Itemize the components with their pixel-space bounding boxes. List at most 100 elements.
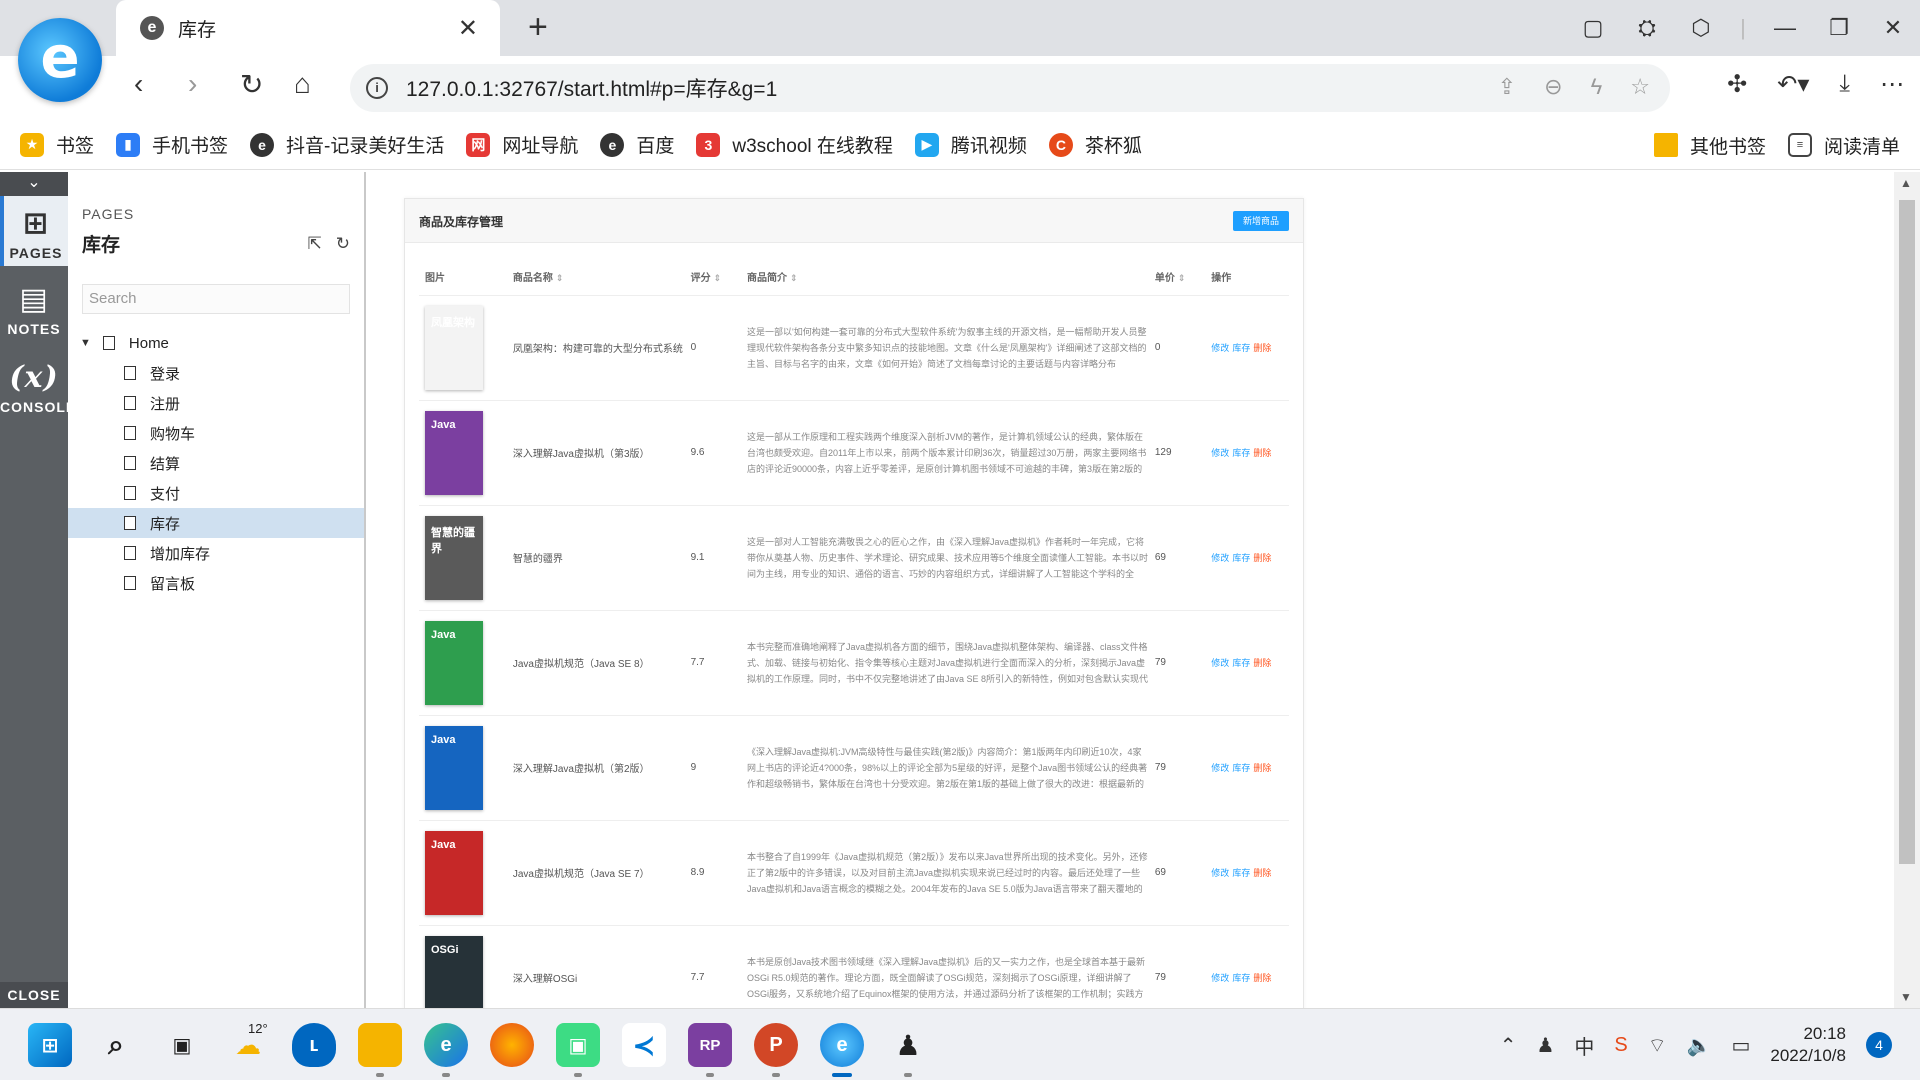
share-icon[interactable]: ⇪	[1498, 74, 1516, 100]
edit-link[interactable]: 修改	[1211, 553, 1229, 563]
delete-link[interactable]: 删除	[1253, 868, 1271, 878]
browser-tab[interactable]: e 库存 ✕	[116, 0, 500, 56]
edit-link[interactable]: 修改	[1211, 868, 1229, 878]
url-text[interactable]: 127.0.0.1:32767/start.html#p=库存&g=1	[406, 73, 777, 103]
collapse-rail-icon[interactable]: ⌄	[0, 172, 68, 196]
download-icon[interactable]: ⤓	[1839, 70, 1850, 99]
bookmark-item[interactable]: e 抖音-记录美好生活	[250, 131, 444, 158]
maximize-button[interactable]: ❐	[1812, 15, 1866, 41]
scroll-down-icon[interactable]: ▼	[1900, 990, 1912, 1004]
edit-link[interactable]: 修改	[1211, 343, 1229, 353]
back-button[interactable]: ‹	[134, 68, 143, 100]
forward-button[interactable]: ›	[188, 68, 197, 100]
rail-console[interactable]: (x) CONSOLE	[0, 360, 75, 420]
col-desc[interactable]: 商品简介 ⇕	[741, 259, 1149, 296]
address-bar[interactable]: i 127.0.0.1:32767/start.html#p=库存&g=1 ⇪ …	[350, 64, 1670, 112]
pages-search-input[interactable]: Search	[82, 284, 350, 314]
edit-link[interactable]: 修改	[1211, 973, 1229, 983]
reading-list[interactable]: ≡ 阅读清单	[1787, 132, 1900, 159]
bookmark-item[interactable]: C 茶杯狐	[1048, 131, 1142, 158]
defender-icon[interactable]: ʟ	[292, 1023, 336, 1067]
volume-icon[interactable]: 🔈	[1687, 1033, 1712, 1058]
stock-link[interactable]: 库存	[1232, 658, 1250, 668]
extensions-icon[interactable]: ✣	[1727, 70, 1747, 99]
edit-link[interactable]: 修改	[1211, 763, 1229, 773]
tree-item-add-stock[interactable]: 增加库存	[68, 538, 364, 568]
favorite-star-icon[interactable]: ☆	[1630, 74, 1650, 100]
edit-link[interactable]: 修改	[1211, 448, 1229, 458]
tree-item-login[interactable]: 登录	[68, 358, 364, 388]
stock-link[interactable]: 库存	[1232, 343, 1250, 353]
input-method-icon[interactable]: S	[1614, 1034, 1627, 1057]
delete-link[interactable]: 删除	[1253, 973, 1271, 983]
site-info-icon[interactable]: i	[366, 77, 388, 99]
file-explorer-icon[interactable]	[358, 1023, 402, 1077]
battery-icon[interactable]: ▭	[1731, 1033, 1750, 1058]
show-hidden-icons[interactable]: ⌃	[1500, 1033, 1517, 1058]
tree-home[interactable]: ▼ Home	[68, 328, 364, 358]
stock-link[interactable]: 库存	[1232, 973, 1250, 983]
delete-link[interactable]: 删除	[1253, 763, 1271, 773]
tree-item-cart[interactable]: 购物车	[68, 418, 364, 448]
firefox-icon[interactable]	[490, 1023, 534, 1067]
android-studio-icon[interactable]: ▣	[556, 1023, 600, 1077]
axure-rp-icon[interactable]: RP	[688, 1023, 732, 1077]
powerpoint-icon[interactable]: P	[754, 1023, 798, 1077]
stock-link[interactable]: 库存	[1232, 763, 1250, 773]
edge-icon[interactable]: e	[424, 1023, 468, 1077]
rail-pages[interactable]: ⊞ PAGES	[0, 196, 68, 266]
tree-item-checkout[interactable]: 结算	[68, 448, 364, 478]
tree-item-register[interactable]: 注册	[68, 388, 364, 418]
bookmark-item[interactable]: 3 w3school 在线教程	[696, 131, 893, 158]
clock[interactable]: 20:18 2022/10/8	[1770, 1023, 1846, 1067]
browser-taskbar-icon[interactable]: e	[820, 1023, 864, 1077]
search-icon[interactable]: ⌕	[94, 1023, 138, 1067]
tab-close-icon[interactable]: ✕	[458, 14, 478, 43]
bookmark-item[interactable]: e 百度	[600, 131, 674, 158]
close-panel-button[interactable]: CLOSE	[0, 982, 68, 1008]
scrollbar-thumb[interactable]	[1899, 200, 1915, 864]
task-view-icon[interactable]: ▣	[160, 1023, 204, 1067]
other-bookmarks[interactable]: 其他书签	[1653, 132, 1766, 159]
start-icon[interactable]: ⊞	[28, 1023, 72, 1067]
delete-link[interactable]: 删除	[1253, 553, 1271, 563]
tree-item-pay[interactable]: 支付	[68, 478, 364, 508]
stock-link[interactable]: 库存	[1232, 868, 1250, 878]
rail-notes[interactable]: ▤ NOTES	[0, 282, 68, 342]
zoom-icon[interactable]: ⊖	[1544, 74, 1562, 100]
add-product-button[interactable]: 新增商品	[1233, 211, 1289, 231]
qq-tray-icon[interactable]: ♟	[1536, 1033, 1554, 1058]
home-button[interactable]: ⌂	[294, 68, 311, 100]
scroll-up-icon[interactable]: ▲	[1900, 176, 1912, 190]
col-price[interactable]: 单价 ⇕	[1148, 259, 1206, 296]
reload-button[interactable]: ↻	[240, 68, 263, 101]
tree-item-guestbook[interactable]: 留言板	[68, 568, 364, 598]
new-tab-button[interactable]: +	[528, 8, 548, 47]
page-scrollbar[interactable]: ▲ ▼	[1894, 172, 1920, 1008]
bookmark-item[interactable]: ▮ 手机书签	[116, 131, 228, 158]
incognito-icon[interactable]: ⛭	[1620, 15, 1674, 41]
open-external-icon[interactable]: ⇱	[308, 234, 322, 254]
delete-link[interactable]: 删除	[1253, 658, 1271, 668]
more-menu-icon[interactable]: ⋯	[1880, 70, 1904, 99]
stock-link[interactable]: 库存	[1232, 553, 1250, 563]
edit-link[interactable]: 修改	[1211, 658, 1229, 668]
notification-badge[interactable]: 4	[1866, 1032, 1892, 1058]
refresh-page-icon[interactable]: ↻	[336, 234, 350, 254]
bookmark-item[interactable]: 网 网址导航	[466, 131, 578, 158]
undo-icon[interactable]: ↶▾	[1777, 70, 1809, 99]
delete-link[interactable]: 删除	[1253, 343, 1271, 353]
caret-down-icon[interactable]: ▼	[80, 337, 91, 349]
lightning-icon[interactable]: ϟ	[1591, 74, 1603, 100]
col-rating[interactable]: 评分 ⇕	[684, 259, 742, 296]
tree-item-inventory[interactable]: 库存	[68, 508, 364, 538]
minimize-button[interactable]: —	[1758, 15, 1812, 41]
stock-link[interactable]: 库存	[1232, 448, 1250, 458]
col-name[interactable]: 商品名称 ⇕	[506, 259, 685, 296]
vscode-icon[interactable]: ≺	[622, 1023, 666, 1067]
bookmark-item[interactable]: ▶ 腾讯视频	[914, 131, 1027, 158]
close-window-button[interactable]: ✕	[1866, 15, 1920, 41]
wifi-icon[interactable]: ⌔	[1648, 1033, 1667, 1058]
extension-icon[interactable]: ⬡	[1674, 15, 1728, 41]
qq-icon[interactable]: ♟	[886, 1023, 930, 1077]
